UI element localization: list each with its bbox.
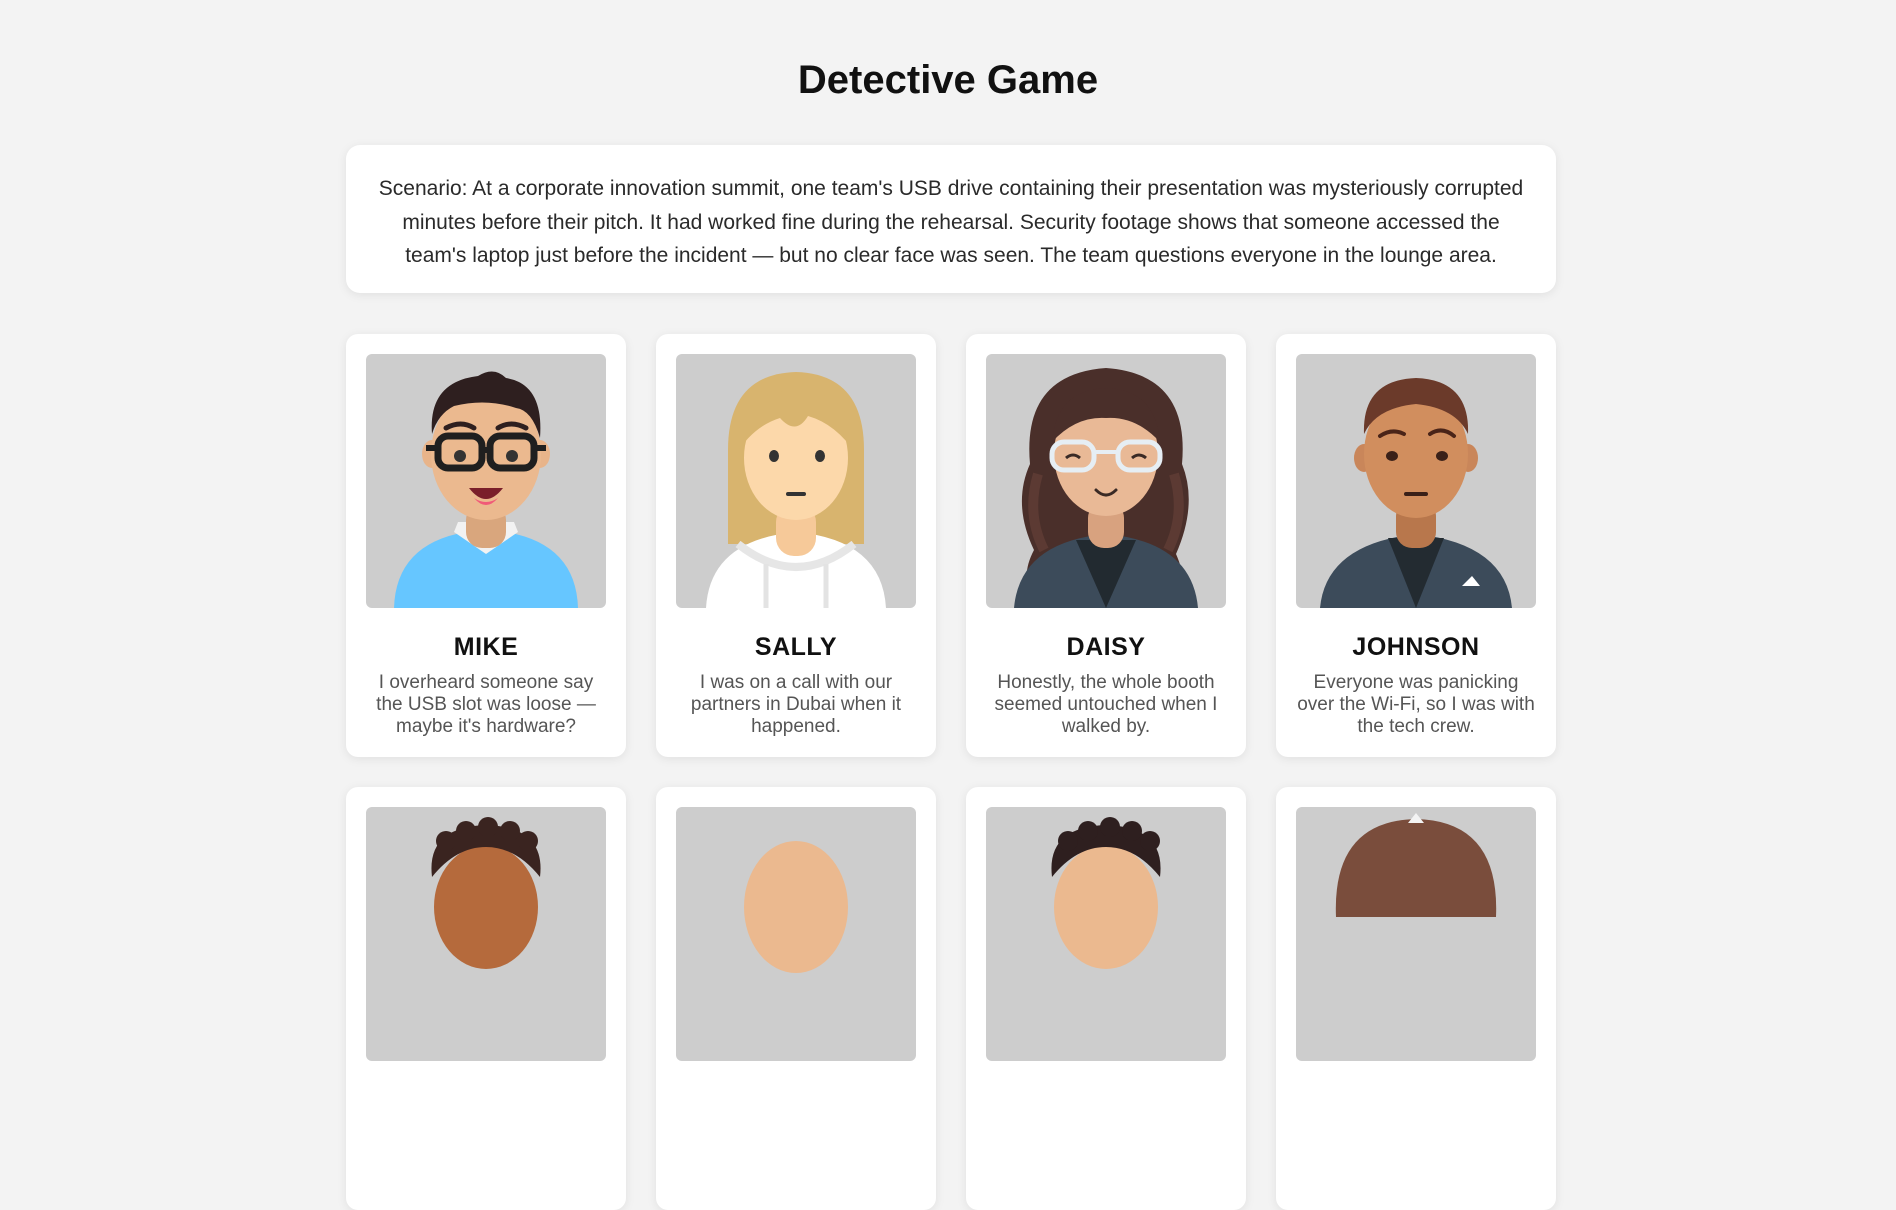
suspect-card[interactable] — [966, 787, 1246, 1210]
suspect-card[interactable] — [346, 787, 626, 1210]
bald-man-avatar — [676, 807, 916, 1061]
man-dark-blazer-avatar — [1296, 354, 1536, 608]
short-curly-hair-avatar — [986, 807, 1226, 1061]
scenario-box: Scenario: At a corporate innovation summ… — [346, 145, 1556, 293]
suspect-name: MIKE — [453, 633, 519, 661]
suspect-name: DAISY — [1066, 633, 1146, 661]
suspect-card-daisy[interactable]: DAISY Honestly, the whole booth seemed u… — [966, 334, 1246, 757]
suspect-card[interactable] — [656, 787, 936, 1210]
suspect-card-mike[interactable]: MIKE I overheard someone say the USB slo… — [346, 334, 626, 757]
scenario-text: Scenario: At a corporate innovation summ… — [378, 177, 1524, 267]
suspect-statement: Everyone was panicking over the Wi-Fi, s… — [1297, 672, 1535, 737]
man-glasses-blue-sweater-avatar — [366, 354, 606, 608]
page-title: Detective Game — [797, 58, 1099, 102]
suspect-card[interactable] — [1276, 787, 1556, 1210]
suspect-card-sally[interactable]: SALLY I was on a call with our partners … — [656, 334, 936, 757]
suspect-statement: I overheard someone say the USB slot was… — [376, 672, 596, 737]
brown-hair-avatar — [1296, 807, 1536, 1061]
suspect-name: JOHNSON — [1352, 633, 1480, 661]
curly-hair-man-avatar — [366, 807, 606, 1061]
suspect-statement: Honestly, the whole booth seemed untouch… — [994, 672, 1218, 737]
suspect-name: SALLY — [754, 633, 838, 661]
suspect-statement: I was on a call with our partners in Dub… — [690, 672, 902, 737]
curly-hair-woman-glasses-avatar — [986, 354, 1226, 608]
suspect-card-johnson[interactable]: JOHNSON Everyone was panicking over the … — [1276, 334, 1556, 757]
blonde-woman-white-hoodie-avatar — [676, 354, 916, 608]
